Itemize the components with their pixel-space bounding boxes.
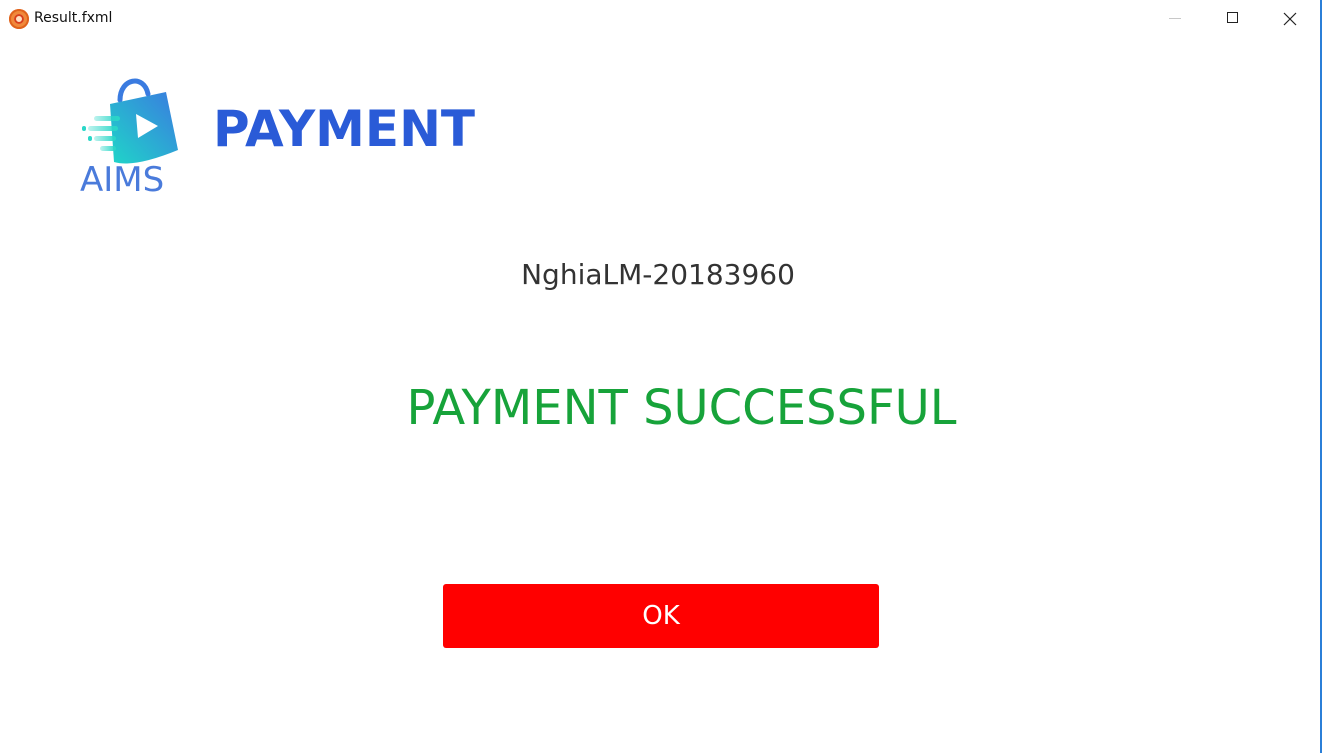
app-icon <box>9 9 29 29</box>
user-label: NghiaLM-20183960 <box>521 258 795 291</box>
close-button[interactable] <box>1262 0 1320 38</box>
close-icon <box>1283 12 1297 26</box>
title-bar[interactable]: Result.fxml <box>0 0 1320 38</box>
ok-button[interactable]: OK <box>443 584 879 648</box>
logo-text: AIMS <box>80 160 165 200</box>
minimize-icon <box>1169 18 1181 19</box>
result-window: Result.fxml AIMS PAYMENT NghiaLM-2018396… <box>0 0 1322 753</box>
minimize-button[interactable] <box>1147 0 1205 38</box>
window-title: Result.fxml <box>34 10 113 26</box>
maximize-button[interactable] <box>1205 0 1263 38</box>
result-message: PAYMENT SUCCESSFUL <box>406 380 957 436</box>
page-title: PAYMENT <box>213 100 476 158</box>
maximize-icon <box>1227 12 1238 23</box>
